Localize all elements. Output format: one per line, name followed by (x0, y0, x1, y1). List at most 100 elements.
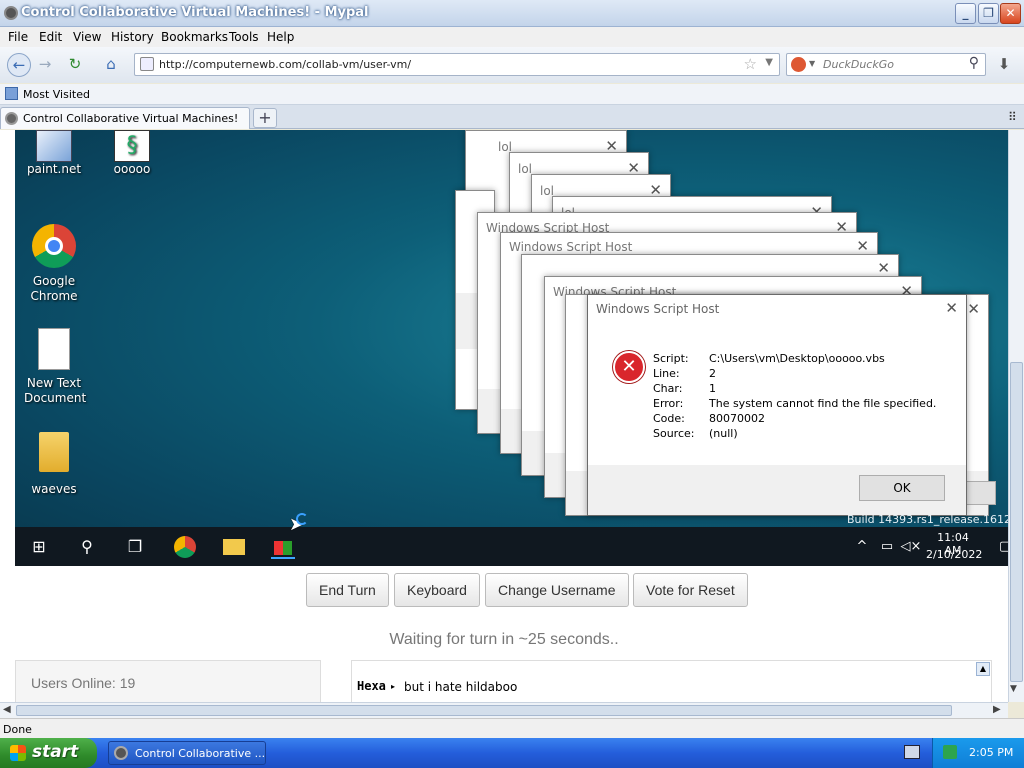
status-text: Done (3, 723, 32, 736)
chat-username: Hexa (357, 679, 386, 693)
desktop-icon-label: waeves (31, 482, 77, 496)
duckduckgo-icon[interactable] (791, 57, 806, 72)
dialog-close-icon[interactable]: ✕ (967, 300, 980, 318)
menu-file[interactable]: File (8, 30, 28, 44)
end-turn-button[interactable]: End Turn (306, 573, 389, 607)
browser-taskbar-icon (114, 746, 128, 760)
dialog-wsh-front[interactable]: Windows Script Host ✕ ✕ Script: Line: Ch… (587, 294, 967, 516)
network-icon[interactable]: ▭ (875, 535, 899, 559)
volume-muted-icon[interactable]: ◁× (899, 535, 923, 559)
start-button[interactable]: start (0, 738, 97, 768)
scroll-left-icon[interactable]: ◀ (3, 704, 11, 715)
tray-chevron-icon[interactable]: ^ (850, 535, 874, 559)
label-source: Source: (653, 427, 695, 440)
url-text: http://computernewb.com/collab-vm/user-v… (159, 58, 412, 71)
dialog-close-icon[interactable]: ✕ (877, 259, 890, 277)
taskbar-item-browser[interactable]: Control Collaborative ... (108, 741, 266, 765)
desktop-icon-waeves[interactable]: waeves (15, 432, 94, 497)
keyboard-button[interactable]: Keyboard (394, 573, 480, 607)
label-line: Line: (653, 367, 680, 380)
desktop-icon-new-text-document[interactable]: New Text Document (15, 328, 94, 406)
most-visited-link[interactable]: Most Visited (23, 88, 90, 101)
menu-edit[interactable]: Edit (39, 30, 62, 44)
value-line: 2 (709, 367, 716, 380)
tab-list-icon[interactable]: ⠿ (1008, 110, 1017, 124)
new-tab-button[interactable]: + (253, 108, 277, 128)
scroll-right-icon[interactable]: ▶ (993, 704, 1001, 715)
bookmarks-folder-icon (5, 87, 18, 100)
vm-taskbar: ⊞ ⚲ ❐ ^ ▭ ◁× 11:04 AM 2/10/2022 ▢ (15, 527, 1008, 566)
search-engine-dropdown-icon[interactable]: ▼ (809, 59, 815, 68)
site-identity-icon[interactable] (140, 57, 154, 71)
users-online-count: Users Online: 19 (31, 675, 136, 691)
action-center-icon[interactable]: ▢ (993, 535, 1008, 559)
error-values: C:\Users\vm\Desktop\ooooo.vbs 2 1 The sy… (709, 351, 936, 441)
menu-bookmarks[interactable]: Bookmarks (161, 30, 228, 44)
windows-logo-icon (10, 745, 26, 761)
folder-icon (39, 432, 69, 472)
change-username-button[interactable]: Change Username (485, 573, 629, 607)
desktop-icon-chrome[interactable]: Google Chrome (15, 224, 94, 304)
search-icon[interactable]: ⚲ (969, 55, 979, 71)
ok-button[interactable] (966, 481, 996, 505)
dialog-title: Windows Script Host (596, 302, 720, 316)
menu-view[interactable]: View (73, 30, 101, 44)
desktop-icon-ooooo[interactable]: § ooooo (92, 130, 172, 177)
window-title-bar[interactable]: Control Collaborative Virtual Machines! … (0, 0, 1024, 27)
vote-reset-button[interactable]: Vote for Reset (633, 573, 748, 607)
menu-tools[interactable]: Tools (229, 30, 259, 44)
dialog-title: Windows Script Host (509, 240, 633, 254)
script-file-icon: § (114, 130, 150, 162)
ok-button[interactable]: OK (859, 475, 945, 501)
search-bar[interactable]: ▼ DuckDuckGo ⚲ (786, 53, 986, 76)
tray-clock[interactable]: 2:05 PM (969, 746, 1013, 759)
script-app-icon[interactable] (271, 535, 295, 559)
dialog-close-icon[interactable]: ✕ (856, 237, 869, 255)
label-code: Code: (653, 412, 685, 425)
start-label: start (32, 742, 79, 762)
bookmarks-toolbar: Most Visited (0, 84, 1024, 105)
dialog-close-icon[interactable]: ✕ (945, 299, 958, 317)
menu-history[interactable]: History (111, 30, 154, 44)
close-button[interactable]: ✕ (1000, 3, 1021, 24)
search-icon[interactable]: ⚲ (75, 535, 99, 559)
vertical-scrollbar[interactable]: ▼ (1008, 130, 1024, 702)
tray-app-icon[interactable] (943, 745, 957, 759)
file-explorer-icon[interactable] (222, 535, 246, 559)
reload-icon[interactable]: ↻ (63, 53, 87, 77)
maximize-button[interactable]: ❐ (978, 3, 999, 24)
url-dropdown-icon[interactable]: ▼ (765, 57, 773, 68)
forward-icon[interactable]: → (33, 53, 57, 77)
value-error: The system cannot find the file specifie… (709, 397, 937, 410)
minimize-button[interactable]: _ (955, 3, 976, 24)
home-icon[interactable]: ⌂ (99, 53, 123, 77)
download-icon[interactable]: ⬇ (992, 53, 1016, 77)
label-error: Error: (653, 397, 684, 410)
tab-active[interactable]: Control Collaborative Virtual Machines! (0, 107, 250, 129)
vm-screen[interactable]: paint.net § ooooo Google Chrome New Text… (15, 130, 1008, 566)
url-bar[interactable]: http://computernewb.com/collab-vm/user-v… (134, 53, 780, 76)
status-bar: Done (0, 718, 1024, 738)
search-placeholder: DuckDuckGo (823, 58, 894, 71)
label-script: Script: (653, 352, 689, 365)
bookmark-star-icon[interactable]: ☆ (744, 55, 757, 73)
horizontal-scrollbar[interactable]: ◀ ▶ (0, 702, 1008, 718)
chat-scroll-up-icon[interactable]: ▲ (976, 662, 990, 676)
chrome-taskbar-icon[interactable] (173, 535, 197, 559)
dialog-title: lol (518, 162, 533, 176)
back-icon[interactable]: ← (7, 53, 31, 77)
task-view-icon[interactable]: ❐ (123, 535, 147, 559)
windows-start-icon[interactable]: ⊞ (27, 535, 51, 559)
desktop-icon-label: ooooo (113, 162, 151, 176)
taskbar-item-label: Control Collaborative ... (135, 747, 266, 760)
menu-help[interactable]: Help (267, 30, 294, 44)
scroll-thumb[interactable] (1010, 362, 1023, 682)
keyboard-layout-icon[interactable] (904, 745, 920, 759)
value-code: 80070002 (709, 412, 765, 425)
scroll-down-icon[interactable]: ▼ (1010, 684, 1017, 694)
scroll-thumb[interactable] (16, 705, 952, 716)
chat-panel: Hexa ▸ but i hate hildaboo ▲ (351, 660, 992, 702)
desktop-icon-paintnet[interactable]: paint.net (15, 130, 94, 177)
vm-clock-date[interactable]: 2/10/2022 (926, 548, 982, 561)
chat-message: but i hate hildaboo (404, 680, 518, 694)
